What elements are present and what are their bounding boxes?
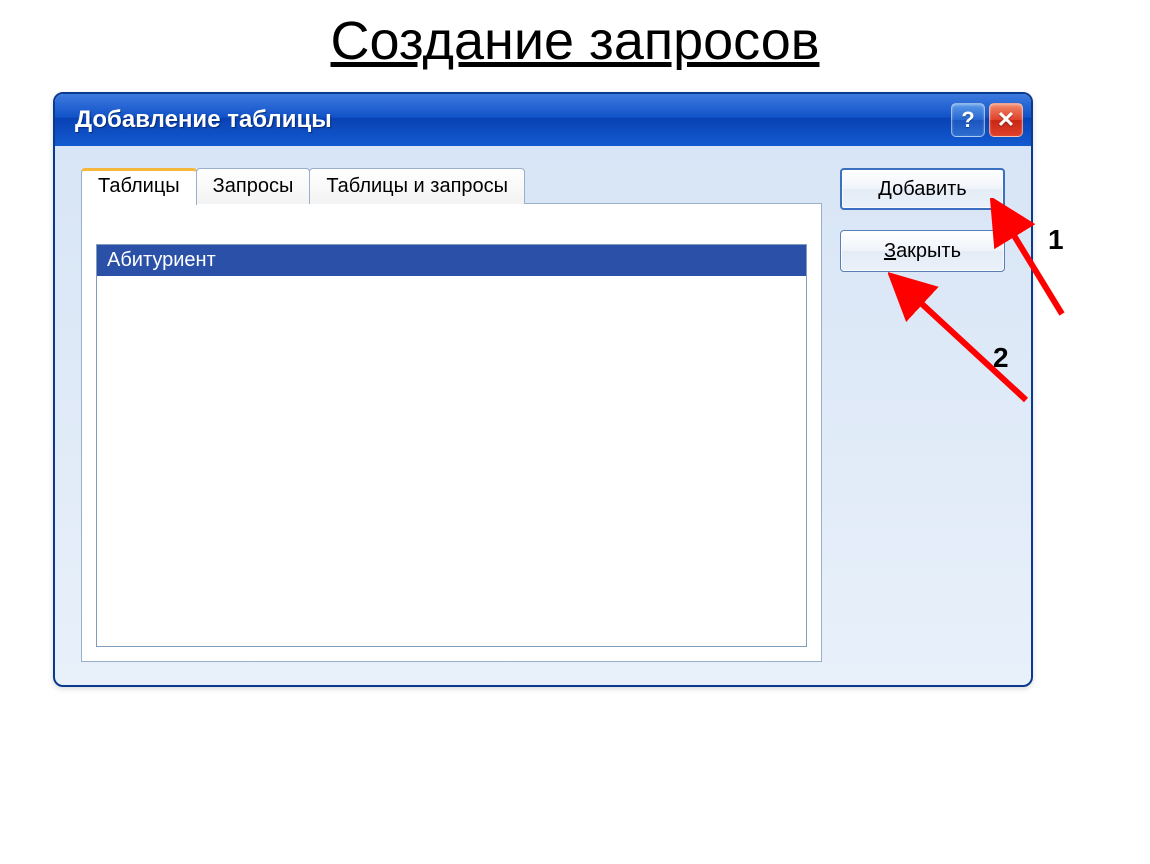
dialog-buttons-column: Добавить Закрыть — [840, 168, 1005, 663]
dialog-client-area: Таблицы Запросы Таблицы и запросы Абитур… — [55, 146, 1031, 685]
dialog-window: Добавление таблицы ? ✕ Таблицы Запросы Т… — [53, 92, 1033, 687]
dialog-title: Добавление таблицы — [75, 106, 947, 134]
tab-tables-and-queries[interactable]: Таблицы и запросы — [309, 168, 525, 204]
add-button-rest: обавить — [892, 178, 967, 200]
annotation-label-1: 1 — [1048, 224, 1064, 256]
help-button[interactable]: ? — [951, 103, 985, 137]
annotation-label-2: 2 — [993, 342, 1009, 374]
tab-tables[interactable]: Таблицы — [81, 168, 197, 205]
add-button-mnemonic: Д — [878, 178, 892, 200]
close-window-button[interactable]: ✕ — [989, 103, 1023, 137]
list-item[interactable]: Абитуриент — [97, 245, 806, 276]
add-button[interactable]: Добавить — [840, 168, 1005, 210]
tab-content: Абитуриент — [81, 203, 822, 662]
tab-panel: Таблицы Запросы Таблицы и запросы Абитур… — [81, 168, 822, 663]
close-button[interactable]: Закрыть — [840, 230, 1005, 272]
tab-strip: Таблицы Запросы Таблицы и запросы — [81, 168, 822, 204]
titlebar[interactable]: Добавление таблицы ? ✕ — [55, 94, 1031, 146]
help-icon: ? — [961, 107, 974, 133]
close-icon: ✕ — [997, 107, 1015, 133]
page-title: Создание запросов — [0, 10, 1150, 72]
tables-listbox[interactable]: Абитуриент — [96, 244, 807, 647]
close-button-rest: акрыть — [896, 240, 961, 262]
close-button-mnemonic: З — [884, 240, 896, 262]
tab-queries[interactable]: Запросы — [196, 168, 311, 204]
